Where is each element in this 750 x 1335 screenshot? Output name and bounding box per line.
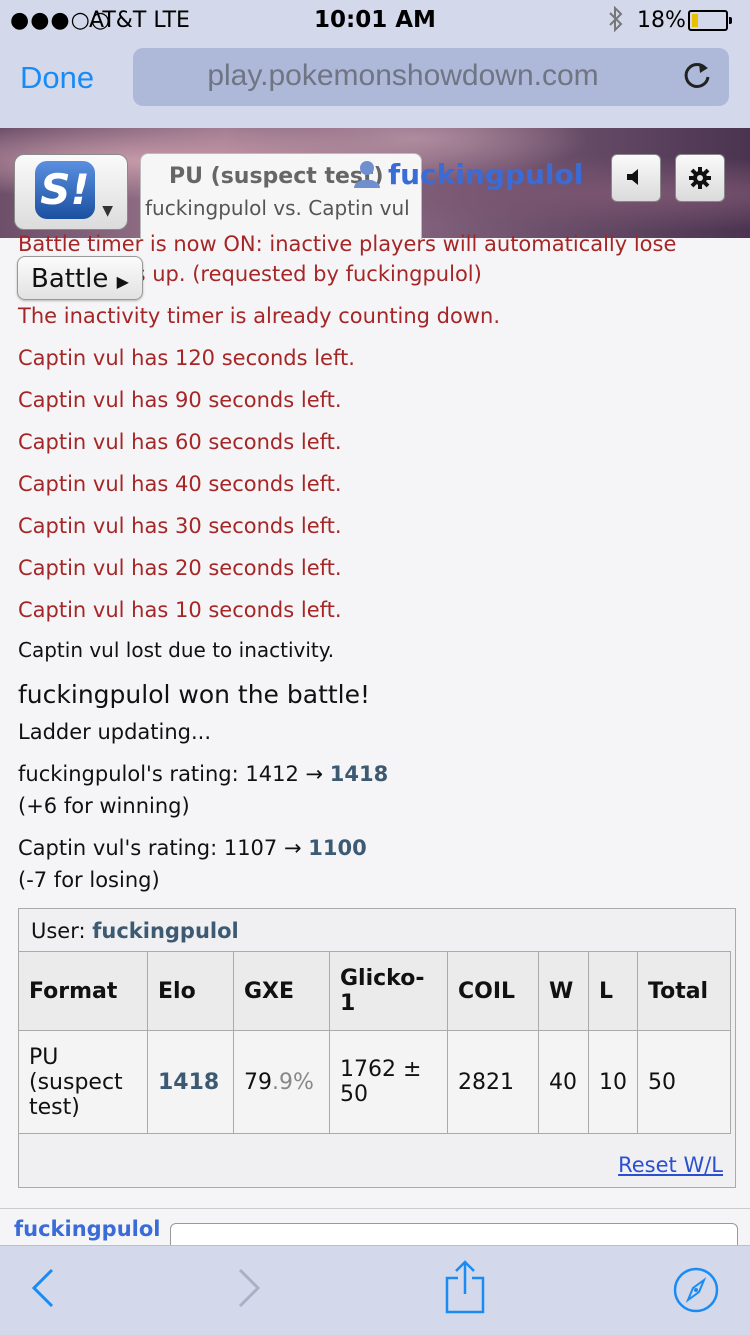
table-row: PU (suspect test) 1418 79.9% 1762 ± 50 2… xyxy=(18,1030,731,1134)
username-label: fuckingpulol xyxy=(388,158,584,191)
browser-toolbar xyxy=(0,1245,750,1335)
reset-wl-link[interactable]: Reset W/L xyxy=(618,1153,723,1177)
web-page: S! ▼ PU (suspect test) fuckingpulol vs. … xyxy=(0,128,750,1245)
stats-user-line: User: fuckingpulol xyxy=(31,919,239,943)
log-line: Battle timer is now ON: inactive players… xyxy=(18,232,677,256)
reload-icon[interactable] xyxy=(679,58,715,94)
showdown-logo-button[interactable]: S! ▼ xyxy=(14,154,128,230)
sound-button[interactable] xyxy=(611,154,661,202)
cell-glicko: 1762 ± 50 xyxy=(329,1030,448,1134)
tab-subtitle: fuckingpulol vs. Captin vul xyxy=(145,196,410,220)
caret-right-icon: ▶ xyxy=(116,272,129,291)
log-line: The inactivity timer is already counting… xyxy=(18,304,500,328)
back-arrow-icon[interactable] xyxy=(30,1266,56,1310)
gear-icon xyxy=(689,167,711,189)
rating-delta-winner: (+6 for winning) xyxy=(18,794,190,818)
log-line: Captin vul has 120 seconds left. xyxy=(18,346,355,370)
col-glicko: Glicko-1 xyxy=(329,951,448,1031)
col-format: Format xyxy=(18,951,148,1031)
chat-input[interactable] xyxy=(170,1223,738,1245)
cell-total: 50 xyxy=(637,1030,731,1134)
tab-title: PU (suspect test) xyxy=(169,164,384,189)
battery-percent: 18% xyxy=(637,8,686,33)
log-line: Captin vul has 10 seconds left. xyxy=(18,598,342,622)
col-elo: Elo xyxy=(147,951,234,1031)
compass-icon[interactable] xyxy=(672,1266,720,1314)
chat-bar: fuckingpulol xyxy=(0,1208,750,1245)
status-bar: ●●●○○ AT&T LTE 10:01 AM 18% xyxy=(0,0,750,40)
battery-fill xyxy=(692,14,698,27)
rating-change-loser: Captin vul's rating: 1107 → 1100 xyxy=(18,836,367,860)
log-line: Captin vul has 20 seconds left. xyxy=(18,556,342,580)
showdown-header: S! ▼ PU (suspect test) fuckingpulol vs. … xyxy=(0,128,750,239)
log-line: Captin vul lost due to inactivity. xyxy=(18,638,335,662)
log-line: Captin vul has 30 seconds left. xyxy=(18,514,342,538)
chat-username: fuckingpulol xyxy=(14,1217,161,1241)
cell-coil: 2821 xyxy=(447,1030,539,1134)
col-gxe: GXE xyxy=(233,951,330,1031)
share-icon[interactable] xyxy=(444,1260,486,1314)
table-header-row: Format Elo GXE Glicko-1 COIL W L Total xyxy=(18,951,731,1031)
browser-url-bar: Done play.pokemonshowdown.com xyxy=(0,40,750,128)
cell-l: 10 xyxy=(588,1030,638,1134)
battle-button-label: Battle xyxy=(31,264,109,294)
stats-table: Format Elo GXE Glicko-1 COIL W L Total P… xyxy=(18,951,731,1134)
showdown-logo: S! xyxy=(35,161,95,219)
settings-button[interactable] xyxy=(675,154,725,202)
cell-elo: 1418 xyxy=(147,1030,234,1134)
col-l: L xyxy=(588,951,638,1031)
ladder-stats-panel: User: fuckingpulol Format Elo GXE Glicko… xyxy=(18,908,736,1188)
cell-gxe: 79.9% xyxy=(233,1030,330,1134)
ladder-status: Ladder updating... xyxy=(18,720,212,744)
rating-change-winner: fuckingpulol's rating: 1412 → 1418 xyxy=(18,762,389,786)
user-icon xyxy=(354,161,380,188)
forward-arrow-icon[interactable] xyxy=(236,1266,262,1310)
user-button[interactable]: fuckingpulol xyxy=(354,158,583,191)
battle-options-button[interactable]: Battle ▶ xyxy=(17,256,143,300)
cell-w: 40 xyxy=(538,1030,589,1134)
col-coil: COIL xyxy=(447,951,539,1031)
done-button[interactable]: Done xyxy=(20,60,94,96)
rating-delta-loser: (-7 for losing) xyxy=(18,868,160,892)
battery-icon xyxy=(688,10,732,31)
log-line: Captin vul has 40 seconds left. xyxy=(18,472,342,496)
col-w: W xyxy=(538,951,589,1031)
log-line: Captin vul has 90 seconds left. xyxy=(18,388,342,412)
win-message: fuckingpulol won the battle! xyxy=(18,680,371,709)
log-line: Captin vul has 60 seconds left. xyxy=(18,430,342,454)
chevron-down-icon: ▼ xyxy=(102,203,113,219)
url-text: play.pokemonshowdown.com xyxy=(207,59,599,92)
address-field[interactable]: play.pokemonshowdown.com xyxy=(133,48,729,106)
speaker-icon xyxy=(627,169,638,185)
col-total: Total xyxy=(637,951,731,1031)
bluetooth-icon xyxy=(608,5,624,38)
cell-format: PU (suspect test) xyxy=(18,1030,148,1134)
